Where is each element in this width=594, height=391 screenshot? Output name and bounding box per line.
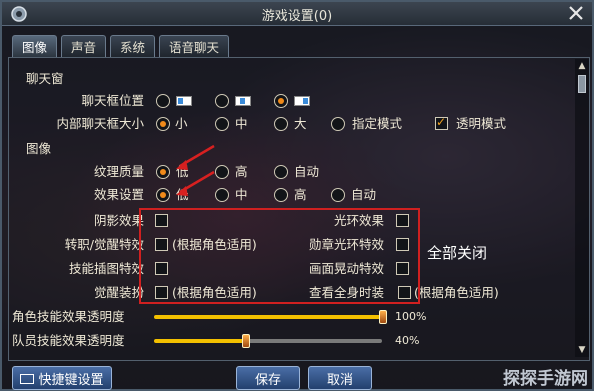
shadow-effect-label: 阴影效果: [93, 213, 144, 228]
chat-position-left-radio[interactable]: [156, 94, 170, 108]
position-middle-icon: [235, 96, 251, 106]
transparent-mode-checkbox[interactable]: [435, 115, 448, 130]
effect-auto-radio[interactable]: [331, 188, 345, 202]
effect-high-label: 高: [294, 187, 307, 202]
save-button[interactable]: 保存: [236, 366, 300, 390]
char-skill-opacity-value: 100%: [395, 310, 427, 323]
chat-position-middle-radio[interactable]: [215, 94, 229, 108]
tab-image[interactable]: 图像: [12, 35, 58, 57]
party-skill-opacity-track[interactable]: [244, 339, 382, 343]
char-skill-opacity-label: 角色技能效果透明度: [12, 309, 125, 324]
party-skill-opacity-value: 40%: [395, 334, 420, 347]
settings-dialog: 游戏设置(0) 图像 声音 系统 语音聊天 ▲ ▼ 聊天窗 聊天框位置 内部聊天…: [0, 0, 594, 391]
effect-medium-label: 中: [235, 187, 248, 202]
window-title: 游戏设置(0): [261, 9, 333, 24]
position-right-icon: [294, 96, 310, 106]
scroll-up-icon[interactable]: ▲: [575, 59, 589, 73]
position-left-icon: [176, 96, 192, 106]
chat-size-small-label: 小: [175, 116, 188, 131]
cancel-button[interactable]: 取消: [308, 366, 372, 390]
chat-position-right-radio[interactable]: [274, 94, 288, 108]
tab-sound[interactable]: 声音: [61, 35, 107, 57]
scrollbar[interactable]: ▲ ▼: [575, 59, 589, 357]
chat-size-label: 内部聊天框大小: [56, 116, 144, 131]
texture-low-radio[interactable]: [156, 165, 170, 179]
texture-quality-label: 纹理质量: [93, 164, 144, 179]
scroll-down-icon[interactable]: ▼: [575, 343, 589, 357]
tab-voice-chat[interactable]: 语音聊天: [159, 35, 230, 57]
tab-bar: 图像 声音 系统 语音聊天: [12, 35, 230, 57]
texture-auto-radio[interactable]: [274, 165, 288, 179]
skill-cutin-effect-label: 技能插图特效: [68, 261, 144, 276]
annotation-arrow-icon: [176, 144, 215, 196]
view-full-costume-note: (根据角色适用): [414, 285, 499, 300]
watermark: 探探手游网: [503, 369, 588, 389]
image-section-header: 图像: [26, 141, 52, 156]
scroll-thumb[interactable]: [578, 75, 586, 93]
texture-auto-label: 自动: [294, 164, 320, 179]
keyboard-icon: [20, 374, 35, 384]
party-skill-opacity-fill: [154, 339, 244, 343]
close-icon[interactable]: [566, 3, 586, 23]
effect-auto-label: 自动: [351, 187, 377, 202]
chat-position-label: 聊天框位置: [81, 93, 144, 108]
chat-size-medium-radio[interactable]: [215, 117, 229, 131]
party-skill-opacity-label: 队员技能效果透明度: [12, 333, 125, 348]
party-skill-opacity-knob[interactable]: [242, 334, 250, 348]
highlight-box: [139, 208, 420, 304]
chat-size-custom-radio[interactable]: [331, 117, 345, 131]
texture-high-label: 高: [235, 164, 248, 179]
tab-system[interactable]: 系统: [110, 35, 156, 57]
chat-size-custom-label: 指定模式: [352, 116, 403, 131]
effect-low-radio[interactable]: [156, 188, 170, 202]
shortcut-settings-label: 快捷键设置: [38, 372, 104, 388]
chat-size-small-radio[interactable]: [156, 117, 170, 131]
chat-size-large-label: 大: [294, 116, 307, 131]
transparent-mode-label: 透明模式: [456, 116, 507, 131]
title-bar[interactable]: 游戏设置(0): [2, 2, 592, 26]
effect-setting-label: 效果设置: [93, 187, 144, 202]
effect-high-radio[interactable]: [274, 188, 288, 202]
chat-size-large-radio[interactable]: [274, 117, 288, 131]
char-skill-opacity-track[interactable]: [154, 315, 382, 319]
char-skill-opacity-knob[interactable]: [379, 310, 387, 324]
annotation-note: 全部关闭: [427, 244, 488, 262]
shortcut-settings-button[interactable]: 快捷键设置: [12, 366, 112, 390]
awaken-costume-label: 觉醒装扮: [93, 285, 144, 300]
chat-size-medium-label: 中: [235, 116, 248, 131]
job-awaken-effect-label: 转职/觉醒特效: [64, 237, 144, 252]
footer-bar: 快捷键设置 保存 取消 探探手游网: [2, 361, 594, 391]
chat-section-header: 聊天窗: [26, 71, 64, 86]
